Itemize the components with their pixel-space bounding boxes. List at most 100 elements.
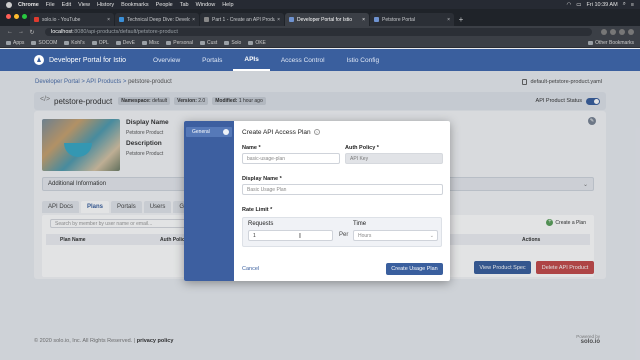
menu-icon[interactable]: ≡ [631,2,634,8]
page-favicon-icon [119,17,124,22]
modal-title-text: Create API Access Plan [242,129,311,136]
nav-access-control[interactable]: Access Control [270,49,336,71]
new-tab-button[interactable]: + [455,13,467,26]
tab-title: Developer Portal for Istio [297,16,353,23]
bookmark-label: Kohl's [71,39,85,46]
auth-policy-label: Auth Policy * [345,145,379,151]
istio-logo-icon[interactable] [34,55,44,65]
menu-file[interactable]: File [46,2,55,8]
apple-icon[interactable] [6,1,12,8]
bookmark-folder[interactable]: Personal [166,40,193,46]
nav-apis[interactable]: APIs [233,49,270,71]
browser-tab[interactable]: Technical Deep Dive: Developer... × [115,13,199,26]
tab-title: Petstore Portal [382,16,416,23]
create-usage-plan-button[interactable]: Create Usage Plan [386,263,443,275]
clock[interactable]: Fri 10:39 AM [587,2,618,8]
close-window-button[interactable] [6,14,11,19]
wifi-icon[interactable]: ◠ [566,2,571,8]
star-icon[interactable] [601,29,607,35]
nav-istio-config[interactable]: Istio Config [336,49,391,71]
bookmark-folder[interactable]: Cust [200,40,217,46]
petstore-favicon-icon [374,17,379,22]
help-icon[interactable]: ? [313,129,320,136]
zoom-window-button[interactable] [22,14,27,19]
bookmark-label: SOCOM [38,39,58,46]
app-brand[interactable]: Developer Portal for Istio [49,57,126,64]
time-select-value: Hours [358,233,372,239]
modal-nav-general[interactable]: General [186,127,232,137]
bookmark-label: Cust [207,39,218,46]
close-icon[interactable]: × [277,17,280,23]
close-icon[interactable]: × [192,17,195,23]
time-select[interactable]: Hours ⌄ [353,230,438,241]
bookmark-label: DevE [122,39,136,46]
nav-portals[interactable]: Portals [191,49,233,71]
bookmark-label: Personal [173,39,194,46]
bookmark-folder[interactable]: Kohl's [64,39,85,46]
forward-icon[interactable]: → [17,29,25,35]
menu-window[interactable]: Window [196,2,216,8]
nav-overview[interactable]: Overview [142,49,191,71]
folder-icon [115,40,121,45]
bookmark-label: Solo [231,39,242,46]
menu-app[interactable]: Chrome [18,2,39,8]
bookmark-apps[interactable]: Apps [6,40,24,46]
bookmark-folder[interactable]: OPL [91,39,109,46]
minimize-window-button[interactable] [14,14,19,19]
browser-toolbar: ← → ↻ localhost:8080/api-products/defaul… [0,26,640,38]
bookmark-folder[interactable]: Misc [142,40,159,46]
requests-input[interactable]: 1 [248,230,333,241]
address-bar[interactable]: localhost:8080/api-products/default/pets… [45,28,592,36]
bookmark-label: OPL [98,39,109,46]
search-icon[interactable]: ⌕ [623,1,626,8]
browser-tab[interactable]: solo.io - YouTube × [30,13,114,26]
bookmark-folder[interactable]: DevE [115,39,136,46]
menu-help[interactable]: Help [222,2,233,8]
back-icon[interactable]: ← [6,29,14,35]
folder-icon [64,40,70,45]
close-icon[interactable]: × [447,17,450,23]
per-label: Per [339,232,349,238]
more-menu-icon[interactable] [628,29,634,35]
folder-icon [224,40,230,45]
menu-tab[interactable]: Tab [180,2,189,8]
cancel-button[interactable]: Cancel [242,266,259,272]
bookmark-folder[interactable]: OKE [248,40,266,46]
address-host: localhost [51,29,73,35]
menu-bookmarks[interactable]: Bookmarks [121,2,149,8]
auth-policy-select[interactable]: API Key [345,153,443,164]
folder-icon [588,40,594,45]
display-name-input[interactable]: Basic Usage Plan [242,184,443,195]
extension-icon[interactable] [610,29,616,35]
close-icon[interactable]: × [107,17,110,23]
menu-people[interactable]: People [156,2,173,8]
close-icon[interactable]: × [362,17,365,23]
menu-edit[interactable]: Edit [62,2,71,8]
browser-tab-active[interactable]: Developer Portal for Istio × [285,13,369,26]
folder-icon [248,40,254,45]
bookmark-label: OKE [255,39,266,46]
browser-tab[interactable]: Part 1 - Create an API Product... × [200,13,284,26]
menu-view[interactable]: View [78,2,90,8]
menu-history[interactable]: History [97,2,114,8]
folder-icon [142,40,148,45]
plan-name-input[interactable]: basic-usage-plan [242,153,340,164]
window-controls [6,14,27,19]
page-favicon-icon [204,17,209,22]
tab-title: Part 1 - Create an API Product... [212,16,276,23]
browser-tab-strip: solo.io - YouTube × Technical Deep Dive:… [0,9,640,26]
bookmarks-bar: Apps SOCOM Kohl's OPL DevE Misc Personal… [0,38,640,48]
display-name-label: Display Name * [242,176,282,182]
profile-avatar-icon[interactable] [619,29,625,35]
bookmark-folder[interactable]: SOCOM [31,40,57,46]
reload-icon[interactable]: ↻ [28,29,36,36]
browser-tab[interactable]: Petstore Portal × [370,13,454,26]
folder-icon [31,40,37,45]
other-bookmarks[interactable]: Other Bookmarks [588,40,634,46]
battery-icon[interactable]: ▭ [576,2,581,8]
bookmark-label: Misc [149,39,160,46]
youtube-favicon-icon [34,17,39,22]
app-header: Developer Portal for Istio Overview Port… [0,49,640,71]
macos-menubar: Chrome File Edit View History Bookmarks … [0,0,640,9]
bookmark-folder[interactable]: Solo [224,40,241,46]
